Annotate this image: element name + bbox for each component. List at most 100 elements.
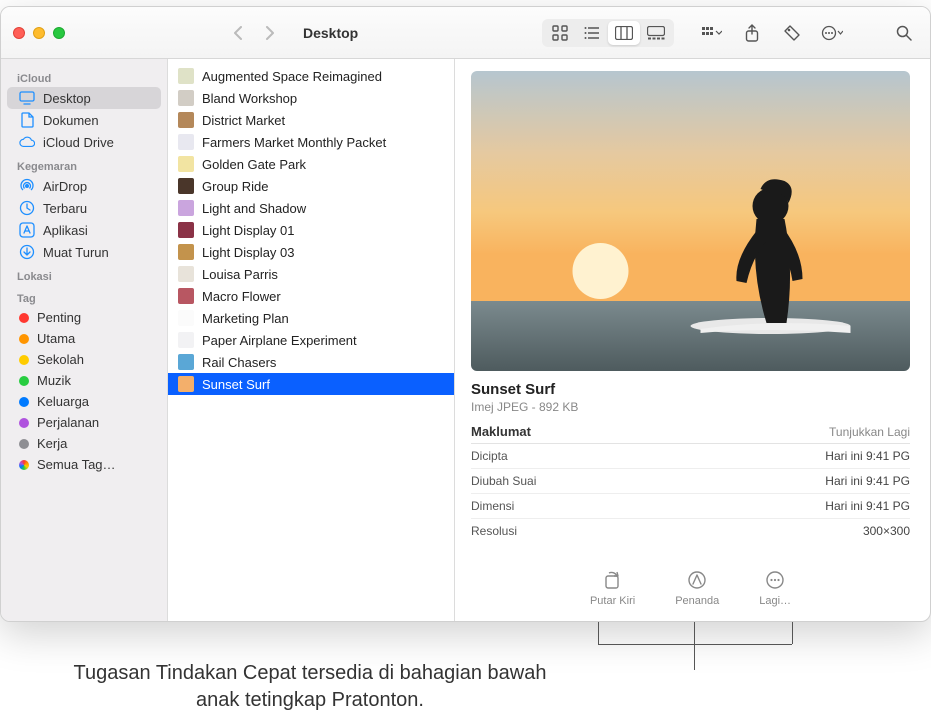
sidebar-item[interactable]: Kerja: [7, 433, 161, 454]
file-name: Golden Gate Park: [202, 157, 306, 172]
file-item[interactable]: Light and Shadow: [168, 197, 454, 219]
sidebar-item[interactable]: Sekolah: [7, 349, 161, 370]
group-by-button[interactable]: [698, 19, 726, 47]
file-thumbnail-icon: [178, 288, 194, 304]
clock-icon: [19, 200, 35, 216]
markup-icon: [686, 569, 708, 591]
sidebar-item[interactable]: Dokumen: [7, 109, 161, 131]
share-button[interactable]: [738, 19, 766, 47]
file-item[interactable]: Louisa Parris: [168, 263, 454, 285]
tag-dot-icon: [19, 355, 29, 365]
file-thumbnail-icon: [178, 376, 194, 392]
sidebar-item-label: AirDrop: [43, 179, 87, 194]
file-item[interactable]: Augmented Space Reimagined: [168, 65, 454, 87]
back-button[interactable]: [223, 19, 253, 47]
sidebar-item-label: Perjalanan: [37, 415, 99, 430]
quick-actions: Putar Kiri Penanda Lagi…: [471, 569, 910, 607]
tag-dot-icon: [19, 397, 29, 407]
sidebar-item-label: Semua Tag…: [37, 457, 116, 472]
more-actions-button[interactable]: [818, 19, 846, 47]
info-rows: Dicipta Hari ini 9:41 PG Diubah Suai Hari i…: [471, 444, 910, 543]
view-columns-button[interactable]: [608, 21, 640, 45]
sidebar-item-label: Aplikasi: [43, 223, 88, 238]
sidebar-item[interactable]: Muzik: [7, 370, 161, 391]
traffic-lights: [13, 27, 65, 39]
sidebar-item-label: Penting: [37, 310, 81, 325]
view-list-button[interactable]: [576, 21, 608, 45]
sidebar-item[interactable]: Penting: [7, 307, 161, 328]
file-thumbnail-icon: [178, 244, 194, 260]
sidebar-item[interactable]: iCloud Drive: [7, 131, 161, 153]
file-item[interactable]: Sunset Surf: [168, 373, 454, 395]
forward-button[interactable]: [255, 19, 285, 47]
view-gallery-button[interactable]: [640, 21, 672, 45]
file-name: Paper Airplane Experiment: [202, 333, 357, 348]
sidebar: iCloudDesktopDokumeniCloud DriveKegemara…: [1, 59, 168, 621]
more-icon: [821, 25, 843, 41]
info-row: DimensiHari ini 9:41 PG: [471, 494, 910, 519]
sidebar-item[interactable]: Perjalanan: [7, 412, 161, 433]
tag-dot-icon: [19, 376, 29, 386]
chevron-left-icon: [233, 26, 243, 40]
file-thumbnail-icon: [178, 354, 194, 370]
file-item[interactable]: District Market: [168, 109, 454, 131]
file-item[interactable]: Light Display 03: [168, 241, 454, 263]
info-label: Diubah Suai: [471, 474, 536, 488]
preview-image: [471, 71, 910, 371]
file-item[interactable]: Rail Chasers: [168, 351, 454, 373]
file-thumbnail-icon: [178, 112, 194, 128]
view-switcher: [542, 19, 674, 47]
gallery-icon: [647, 26, 665, 40]
info-show-more[interactable]: Tunjukkan Lagi: [829, 425, 910, 439]
search-icon: [896, 25, 912, 41]
sidebar-item-label: Terbaru: [43, 201, 87, 216]
sidebar-item[interactable]: Semua Tag…: [7, 454, 161, 475]
sidebar-item[interactable]: Utama: [7, 328, 161, 349]
file-thumbnail-icon: [178, 222, 194, 238]
file-item[interactable]: Light Display 01: [168, 219, 454, 241]
sidebar-section-title: iCloud: [1, 65, 167, 87]
info-value: Hari ini 9:41 PG: [825, 499, 910, 513]
annotation: Tugasan Tindakan Cepat tersedia di bahag…: [0, 640, 931, 710]
download-icon: [19, 244, 35, 260]
content-area: iCloudDesktopDokumeniCloud DriveKegemara…: [1, 59, 930, 621]
sidebar-item[interactable]: Terbaru: [7, 197, 161, 219]
sidebar-item-label: Keluarga: [37, 394, 89, 409]
quick-action-more[interactable]: Lagi…: [759, 569, 791, 607]
close-button[interactable]: [13, 27, 25, 39]
quick-action-markup[interactable]: Penanda: [675, 569, 719, 607]
sidebar-item[interactable]: Keluarga: [7, 391, 161, 412]
tags-button[interactable]: [778, 19, 806, 47]
info-row: Resolusi300×300: [471, 519, 910, 543]
sunset-surf-image: [471, 71, 910, 371]
file-item[interactable]: Macro Flower: [168, 285, 454, 307]
preview-title: Sunset Surf: [471, 381, 910, 398]
quick-action-rotate[interactable]: Putar Kiri: [590, 569, 635, 607]
file-name: Rail Chasers: [202, 355, 276, 370]
sidebar-item-label: Desktop: [43, 91, 91, 106]
file-list: Augmented Space ReimaginedBland Workshop…: [168, 59, 455, 621]
sidebar-item[interactable]: Desktop: [7, 87, 161, 109]
file-item[interactable]: Bland Workshop: [168, 87, 454, 109]
sidebar-item[interactable]: Aplikasi: [7, 219, 161, 241]
info-label: Dicipta: [471, 449, 508, 463]
tag-icon: [784, 25, 800, 41]
file-thumbnail-icon: [178, 134, 194, 150]
view-icons-button[interactable]: [544, 21, 576, 45]
file-item[interactable]: Marketing Plan: [168, 307, 454, 329]
info-value: Hari ini 9:41 PG: [825, 449, 910, 463]
file-item[interactable]: Group Ride: [168, 175, 454, 197]
search-button[interactable]: [890, 19, 918, 47]
info-header: Maklumat Tunjukkan Lagi: [471, 424, 910, 444]
file-thumbnail-icon: [178, 156, 194, 172]
fullscreen-button[interactable]: [53, 27, 65, 39]
sidebar-item[interactable]: AirDrop: [7, 175, 161, 197]
quick-action-label: Penanda: [675, 595, 719, 607]
sidebar-item[interactable]: Muat Turun: [7, 241, 161, 263]
file-item[interactable]: Golden Gate Park: [168, 153, 454, 175]
sidebar-section-title: Lokasi: [1, 263, 167, 285]
file-item[interactable]: Paper Airplane Experiment: [168, 329, 454, 351]
file-item[interactable]: Farmers Market Monthly Packet: [168, 131, 454, 153]
info-label: Resolusi: [471, 524, 517, 538]
minimize-button[interactable]: [33, 27, 45, 39]
